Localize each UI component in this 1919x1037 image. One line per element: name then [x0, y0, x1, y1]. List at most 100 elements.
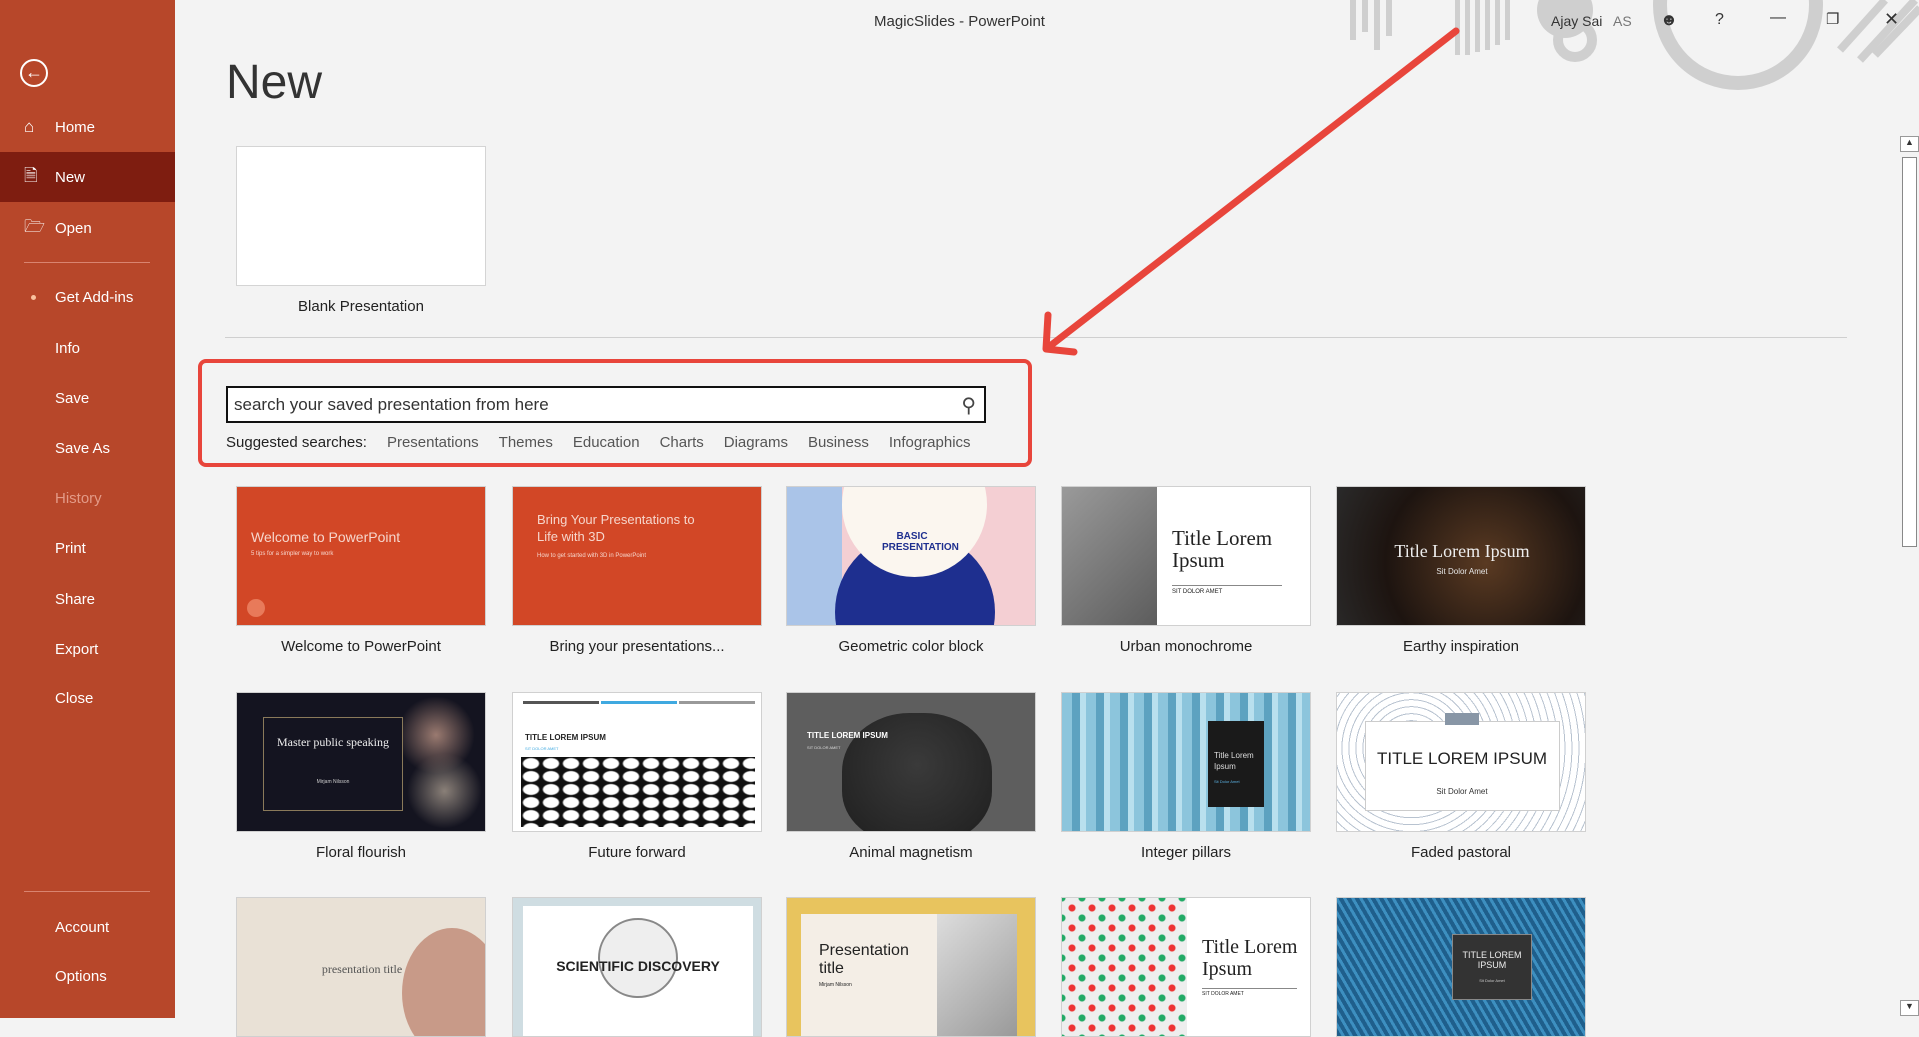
- sidebar-item-label: Account: [55, 918, 110, 936]
- template-thumbnail[interactable]: Title Lorem Ipsum Sit Dolor Amet: [1061, 692, 1311, 832]
- home-icon: ⌂: [24, 117, 35, 136]
- sidebar-item-label: Options: [55, 967, 107, 985]
- suggested-link[interactable]: Presentations: [387, 434, 479, 451]
- suggested-searches: Suggested searches: Presentations Themes…: [226, 434, 971, 451]
- sidebar-item-open[interactable]: 🗁 Open: [0, 203, 175, 253]
- template-label: Future forward: [588, 844, 686, 861]
- suggested-link[interactable]: Education: [573, 434, 640, 451]
- sidebar-item-history: History: [0, 473, 175, 523]
- sidebar-item-home[interactable]: ⌂ Home: [0, 102, 175, 152]
- user-name[interactable]: Ajay Sai: [1551, 13, 1602, 29]
- template-thumbnail[interactable]: Welcome to PowerPoint 5 tips for a simpl…: [236, 486, 486, 626]
- sidebar-item-new[interactable]: 🗎 New: [0, 152, 175, 202]
- divider: [24, 262, 150, 263]
- sidebar-item-label: Open: [55, 219, 92, 237]
- thumb-subtitle: 5 tips for a simpler way to work: [251, 551, 334, 557]
- template-thumbnail[interactable]: TITLE LOREM IPSUM SIT DOLOR AMET: [512, 692, 762, 832]
- template-thumbnail[interactable]: SCIENTIFIC DISCOVERY: [512, 897, 762, 1037]
- backstage-sidebar: ← ⌂ Home 🗎 New 🗁 Open Get Add-ins Info Save…: [0, 0, 175, 1018]
- template-thumbnail[interactable]: TITLE LOREM IPSUM SIT DOLOR AMET: [786, 692, 1036, 832]
- template-label: Earthy inspiration: [1403, 638, 1519, 655]
- sidebar-item-info[interactable]: Info: [0, 323, 175, 373]
- template-thumbnail[interactable]: Title Lorem Ipsum SIT DOLOR AMET: [1061, 486, 1311, 626]
- thumb-title: TITLE LOREM IPSUM: [807, 731, 888, 740]
- template-thumbnail[interactable]: Presentation title Mirjam Nilsson: [786, 897, 1036, 1037]
- thumb-subtitle: Sit Dolor Amet: [1214, 779, 1240, 784]
- sidebar-item-options[interactable]: Options: [0, 951, 175, 1001]
- thumb-subtitle: Sit Dolor Amet: [1436, 567, 1488, 576]
- blank-presentation-label: Blank Presentation: [298, 298, 424, 315]
- thumb-title: Welcome to PowerPoint: [251, 529, 401, 545]
- sidebar-item-label: New: [55, 168, 86, 186]
- thumb-subtitle: SIT DOLOR AMET: [807, 745, 841, 750]
- suggested-link[interactable]: Infographics: [889, 434, 971, 451]
- template-label: Geometric color block: [838, 638, 984, 655]
- template-thumbnail[interactable]: Bring Your Presentations to Life with 3D…: [512, 486, 762, 626]
- thumb-title: TITLE LOREM IPSUM: [1462, 950, 1522, 970]
- suggested-link[interactable]: Diagrams: [724, 434, 788, 451]
- sidebar-item-close[interactable]: Close: [0, 673, 175, 723]
- template-thumbnail[interactable]: BASIC PRESENTATION: [786, 486, 1036, 626]
- thumb-title: TITLE LOREM IPSUM: [525, 733, 606, 742]
- template-label: Bring your presentations...: [549, 638, 725, 655]
- new-file-icon: 🗎: [24, 165, 38, 185]
- template-label: Welcome to PowerPoint: [281, 638, 441, 655]
- page-title: New: [226, 56, 323, 109]
- suggested-link[interactable]: Business: [808, 434, 869, 451]
- close-icon[interactable]: ✕: [1884, 9, 1899, 30]
- sidebar-item-export[interactable]: Export: [0, 624, 175, 674]
- search-icon[interactable]: ⚲: [961, 393, 976, 418]
- sidebar-item-label: Export: [55, 640, 99, 658]
- thumb-title: Title Lorem Ipsum: [1214, 751, 1254, 771]
- divider: [225, 337, 1847, 338]
- sidebar-item-print[interactable]: Print: [0, 523, 175, 573]
- back-arrow-icon[interactable]: ←: [20, 59, 48, 87]
- suggested-link[interactable]: Charts: [660, 434, 704, 451]
- thumb-title: Bring Your Presentations to Life with 3D: [537, 512, 695, 544]
- blank-presentation-tile[interactable]: [236, 146, 486, 286]
- template-thumbnail[interactable]: Title Lorem Ipsum Sit Dolor Amet: [1336, 486, 1586, 626]
- scroll-down-button[interactable]: ▼: [1900, 1000, 1919, 1016]
- search-input[interactable]: search your saved presentation from here…: [226, 386, 986, 423]
- template-thumbnail[interactable]: presentation title: [236, 897, 486, 1037]
- thumb-title: SCIENTIFIC DISCOVERY: [556, 958, 720, 974]
- feedback-icon[interactable]: ☻: [1660, 10, 1678, 30]
- sidebar-item-save[interactable]: Save: [0, 373, 175, 423]
- template-label: Faded pastoral: [1410, 844, 1512, 861]
- template-thumbnail[interactable]: TITLE LOREM IPSUM Sit Dolor Amet: [1336, 897, 1586, 1037]
- thumb-title: Title Lorem Ipsum: [1394, 541, 1530, 561]
- help-icon[interactable]: ?: [1715, 11, 1724, 29]
- template-thumbnail[interactable]: Master public speaking Mirjam Nilsson: [236, 692, 486, 832]
- sidebar-item-get-add-ins[interactable]: Get Add-ins: [0, 272, 175, 322]
- thumb-subtitle: SIT DOLOR AMET: [525, 746, 559, 751]
- suggested-link[interactable]: Themes: [499, 434, 553, 451]
- thumb-title: presentation title: [321, 962, 403, 976]
- sidebar-item-label: Share: [55, 590, 96, 608]
- sidebar-item-label: Print: [55, 539, 86, 557]
- folder-icon: 🗁: [24, 216, 46, 236]
- template-thumbnail[interactable]: Title Lorem Ipsum SIT DOLOR AMET: [1061, 897, 1311, 1037]
- sidebar-item-save-as[interactable]: Save As: [0, 423, 175, 473]
- user-avatar[interactable]: AS: [1613, 13, 1632, 29]
- sidebar-item-share[interactable]: Share: [0, 574, 175, 624]
- divider: [24, 891, 150, 892]
- scrollbar-thumb[interactable]: [1902, 157, 1917, 547]
- thumb-title: Presentation title: [819, 942, 909, 977]
- thumb-subtitle: Sit Dolor Amet: [1479, 978, 1505, 983]
- thumb-title: TITLE LOREM IPSUM: [1376, 749, 1548, 768]
- template-label: Urban monochrome: [1119, 638, 1253, 655]
- notification-dot-icon: [31, 294, 36, 300]
- sidebar-item-account[interactable]: Account: [0, 902, 175, 952]
- thumb-title: Master public speaking: [277, 735, 389, 749]
- scroll-up-button[interactable]: ▲: [1900, 136, 1919, 152]
- template-label: Integer pillars: [1140, 844, 1232, 861]
- minimize-icon[interactable]: —: [1770, 9, 1786, 27]
- thumb-subtitle: SIT DOLOR AMET: [1202, 988, 1297, 997]
- thumb-subtitle: Mirjam Nilsson: [819, 982, 852, 988]
- sidebar-item-label: Close: [55, 689, 94, 707]
- template-label: Animal magnetism: [849, 844, 973, 861]
- restore-icon[interactable]: ❐: [1826, 10, 1839, 28]
- template-thumbnail[interactable]: TITLE LOREM IPSUM Sit Dolor Amet: [1336, 692, 1586, 832]
- thumb-subtitle: Mirjam Nilsson: [316, 779, 350, 785]
- powerpoint-logo-icon: [247, 599, 265, 617]
